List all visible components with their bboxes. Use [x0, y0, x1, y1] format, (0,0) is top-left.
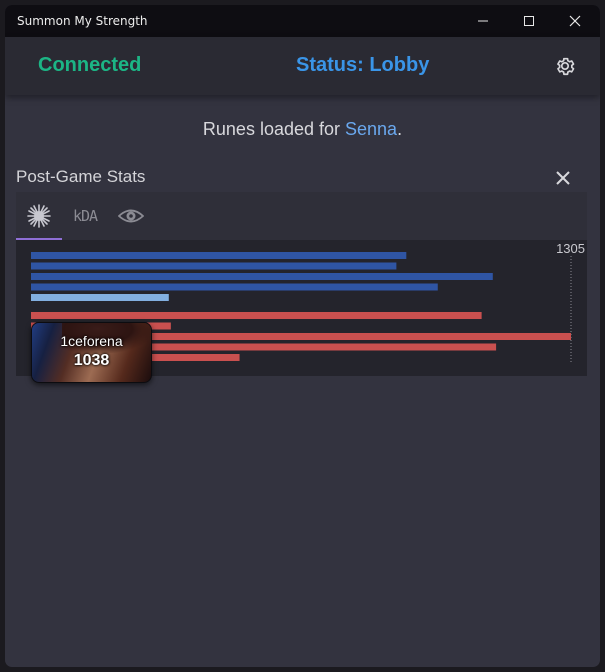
- settings-button[interactable]: [552, 53, 578, 79]
- kda-icon: kDA: [72, 207, 98, 225]
- post-game-title: Post-Game Stats: [16, 167, 146, 186]
- post-game-tabs: kDA: [16, 192, 587, 240]
- blue-team-bar-3[interactable]: [31, 273, 493, 280]
- tab-kda[interactable]: kDA: [62, 192, 108, 240]
- chart-max-label: 1305: [556, 241, 585, 256]
- title-bar[interactable]: Summon My Strength: [5, 5, 600, 37]
- maximize-button[interactable]: [506, 5, 552, 37]
- damage-chart: 1305 1ceforena 1038: [16, 240, 587, 383]
- client-status: Status: Lobby: [296, 54, 430, 76]
- red-team-bar-1[interactable]: [31, 312, 482, 319]
- vision-eye-icon: [118, 209, 144, 223]
- minimize-button[interactable]: [460, 5, 506, 37]
- close-post-game-button[interactable]: [551, 166, 575, 190]
- close-window-button[interactable]: [552, 5, 598, 37]
- tab-vision[interactable]: [108, 192, 154, 240]
- player-tooltip: 1ceforena 1038: [31, 322, 152, 383]
- window-title: Summon My Strength: [17, 14, 148, 28]
- connection-status: Connected: [38, 54, 142, 76]
- blue-team-bar-1[interactable]: [31, 252, 407, 259]
- runes-loaded-message: Runes loaded for Senna.: [5, 119, 600, 140]
- app-window: Summon My Strength Connected Status: Lob…: [5, 5, 600, 667]
- status-header: Connected Status: Lobby: [5, 37, 600, 95]
- champion-name: Senna: [345, 119, 398, 139]
- runes-prefix: Runes loaded for: [202, 119, 345, 139]
- blue-team-bar-4[interactable]: [31, 283, 438, 291]
- tooltip-player-name: 1ceforena: [60, 333, 123, 349]
- tooltip-damage-value: 1038: [73, 352, 110, 369]
- close-icon: [569, 15, 581, 27]
- maximize-icon: [524, 16, 534, 26]
- runes-suffix: .: [397, 119, 403, 139]
- gear-icon: [557, 57, 575, 76]
- tab-damage[interactable]: [16, 192, 62, 240]
- minimize-icon: [478, 20, 488, 22]
- blue-team-bar-5[interactable]: [31, 294, 169, 301]
- damage-burst-icon: [27, 204, 51, 228]
- close-icon: [556, 171, 570, 185]
- blue-team-bar-2[interactable]: [31, 262, 397, 270]
